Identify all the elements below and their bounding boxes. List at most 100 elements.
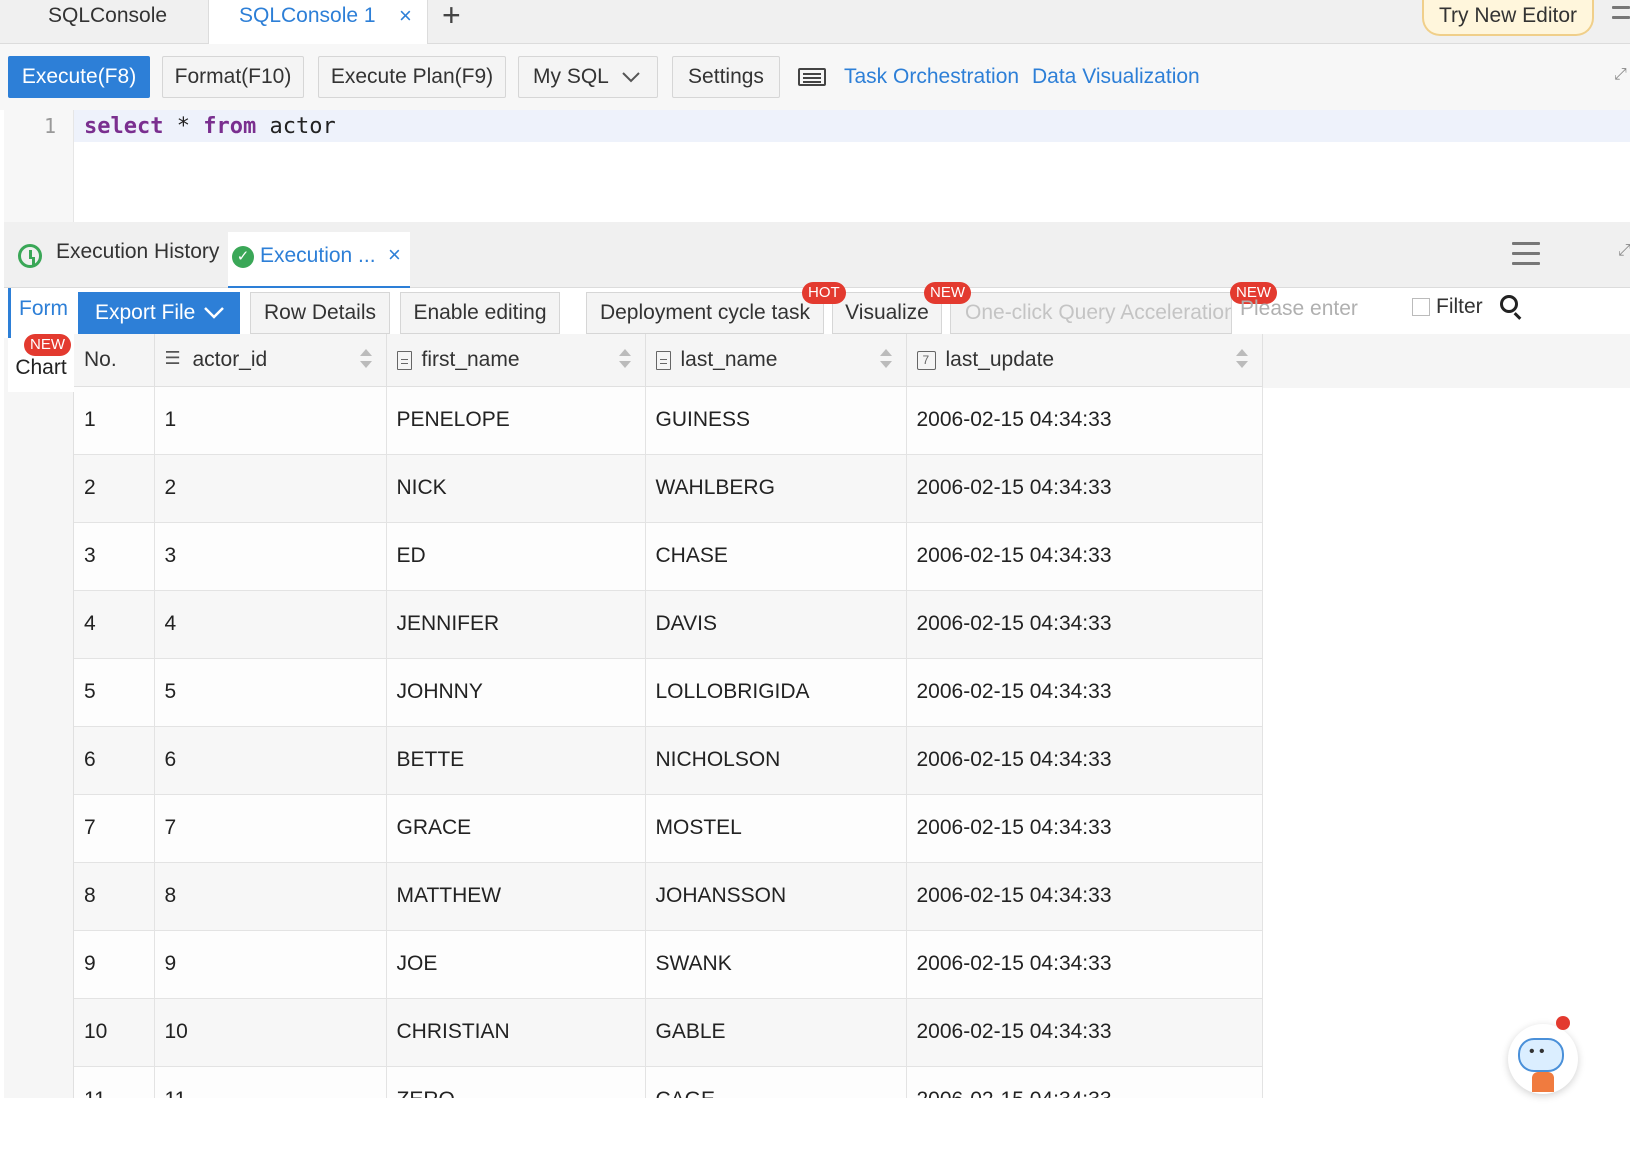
cell[interactable]: NICHOLSON (645, 726, 907, 795)
cell[interactable]: 2006-02-15 04:34:33 (906, 522, 1263, 591)
column-header-last-name[interactable]: last_name (645, 334, 907, 387)
table-row[interactable]: 6 6 BETTE NICHOLSON 2006-02-15 04:34:33 (74, 726, 1263, 795)
enable-editing-button[interactable]: Enable editing (400, 292, 560, 334)
execution-history-tab[interactable]: Execution History (56, 240, 219, 264)
cell[interactable]: NICK (386, 454, 646, 523)
cell[interactable]: PENELOPE (386, 386, 646, 455)
cell[interactable]: 8 (154, 862, 387, 931)
sort-icon[interactable] (359, 347, 372, 373)
search-icon[interactable] (1500, 295, 1518, 313)
cell[interactable]: SWANK (645, 930, 907, 999)
table-row[interactable]: 9 9 JOE SWANK 2006-02-15 04:34:33 (74, 930, 1263, 999)
cell[interactable]: 10 (154, 998, 387, 1067)
tab-sqlconsole-1[interactable]: SQLConsole 1 × (208, 0, 428, 45)
cell[interactable]: 2006-02-15 04:34:33 (906, 998, 1263, 1067)
settings-button[interactable]: Settings (672, 56, 780, 98)
table-row[interactable]: 8 8 MATTHEW JOHANSSON 2006-02-15 04:34:33 (74, 862, 1263, 931)
cell[interactable]: 9 (154, 930, 387, 999)
cell[interactable]: BETTE (386, 726, 646, 795)
cell[interactable]: 2006-02-15 04:34:33 (906, 590, 1263, 659)
cell[interactable]: 8 (74, 862, 155, 931)
cell[interactable]: 2 (74, 454, 155, 523)
column-header-first-name[interactable]: first_name (386, 334, 646, 387)
search-input[interactable] (1230, 292, 1406, 326)
task-orchestration-link[interactable]: Task Orchestration (844, 56, 1019, 98)
cell[interactable]: 6 (74, 726, 155, 795)
cell[interactable]: 9 (74, 930, 155, 999)
close-icon[interactable]: × (399, 0, 412, 32)
export-file-button[interactable]: Export File (78, 292, 240, 334)
assistant-bot-icon[interactable] (1508, 1024, 1578, 1094)
expand-icon[interactable]: ⤢ (1618, 242, 1630, 260)
cell[interactable]: 2006-02-15 04:34:33 (906, 726, 1263, 795)
execute-plan-button[interactable]: Execute Plan(F9) (318, 56, 506, 98)
execution-result-tab[interactable]: ✓ Execution ... × (228, 232, 410, 289)
expand-icon[interactable]: ⤢ (1614, 66, 1628, 90)
cell[interactable]: 2006-02-15 04:34:33 (906, 386, 1263, 455)
cell[interactable]: 2006-02-15 04:34:33 (906, 930, 1263, 999)
table-row[interactable]: 2 2 NICK WAHLBERG 2006-02-15 04:34:33 (74, 454, 1263, 523)
db-type-select[interactable]: My SQL (518, 56, 658, 98)
table-row[interactable]: 1111ZEROCAGE2006-02-15 04:34:33 (74, 1066, 1263, 1098)
cell[interactable]: 2006-02-15 04:34:33 (906, 794, 1263, 863)
cell[interactable]: 2 (154, 454, 387, 523)
cell[interactable]: 6 (154, 726, 387, 795)
cell[interactable]: GUINESS (645, 386, 907, 455)
cell[interactable]: MATTHEW (386, 862, 646, 931)
cell[interactable]: GABLE (645, 998, 907, 1067)
close-icon[interactable]: × (388, 242, 401, 268)
cell[interactable]: 2006-02-15 04:34:33 (906, 862, 1263, 931)
tab-sqlconsole[interactable]: SQLConsole (48, 0, 167, 44)
cell[interactable]: 11 (74, 1066, 155, 1098)
sql-editor[interactable]: 1 select * from actor (4, 110, 1630, 222)
cell[interactable]: 1 (74, 386, 155, 455)
cell[interactable]: ZERO (386, 1066, 646, 1098)
cell[interactable]: MOSTEL (645, 794, 907, 863)
cell[interactable]: JOHANSSON (645, 862, 907, 931)
menu-icon[interactable] (1512, 242, 1540, 272)
cell[interactable]: 7 (154, 794, 387, 863)
table-row[interactable]: 3 3 ED CHASE 2006-02-15 04:34:33 (74, 522, 1263, 591)
cell[interactable]: 2006-02-15 04:34:33 (906, 1066, 1263, 1098)
table-row[interactable]: 1 1 PENELOPE GUINESS 2006-02-15 04:34:33 (74, 386, 1263, 455)
execute-button[interactable]: Execute(F8) (8, 56, 150, 98)
sort-icon[interactable] (1235, 347, 1248, 373)
cell[interactable]: 2006-02-15 04:34:33 (906, 658, 1263, 727)
cell[interactable]: JENNIFER (386, 590, 646, 659)
table-row[interactable]: 4 4 JENNIFER DAVIS 2006-02-15 04:34:33 (74, 590, 1263, 659)
cell[interactable]: 4 (74, 590, 155, 659)
form-tab[interactable]: Form (8, 288, 72, 338)
keyboard-icon[interactable] (798, 68, 826, 86)
add-tab-icon[interactable]: + (442, 0, 461, 31)
data-visualization-link[interactable]: Data Visualization (1032, 56, 1200, 98)
cell[interactable]: 4 (154, 590, 387, 659)
cell[interactable]: 2006-02-15 04:34:33 (906, 454, 1263, 523)
cell[interactable]: LOLLOBRIGIDA (645, 658, 907, 727)
cell[interactable]: 10 (74, 998, 155, 1067)
filter-checkbox[interactable] (1412, 298, 1430, 316)
cell[interactable]: GRACE (386, 794, 646, 863)
column-header-actor-id[interactable]: actor_id (154, 334, 387, 387)
cell[interactable]: JOE (386, 930, 646, 999)
cell[interactable]: WAHLBERG (645, 454, 907, 523)
cell[interactable]: 5 (74, 658, 155, 727)
cell[interactable]: CAGE (645, 1066, 907, 1098)
deployment-cycle-task-button[interactable]: Deployment cycle task (586, 292, 824, 334)
cell[interactable]: JOHNNY (386, 658, 646, 727)
cell[interactable]: CHASE (645, 522, 907, 591)
table-row[interactable]: 10 10 CHRISTIAN GABLE 2006-02-15 04:34:33 (74, 998, 1263, 1067)
history-icon[interactable] (18, 244, 42, 268)
cell[interactable]: 1 (154, 386, 387, 455)
menu-icon[interactable] (1612, 6, 1630, 26)
cell[interactable]: 3 (74, 522, 155, 591)
cell[interactable]: 5 (154, 658, 387, 727)
table-row[interactable]: 7 7 GRACE MOSTEL 2006-02-15 04:34:33 (74, 794, 1263, 863)
cell[interactable]: ED (386, 522, 646, 591)
cell[interactable]: 11 (154, 1066, 387, 1098)
column-header-last-update[interactable]: last_update (906, 334, 1263, 387)
cell[interactable]: CHRISTIAN (386, 998, 646, 1067)
sql-code-line[interactable]: select * from actor (84, 114, 336, 139)
cell[interactable]: 7 (74, 794, 155, 863)
cell[interactable]: DAVIS (645, 590, 907, 659)
try-new-editor-button[interactable]: Try New Editor (1422, 0, 1594, 36)
